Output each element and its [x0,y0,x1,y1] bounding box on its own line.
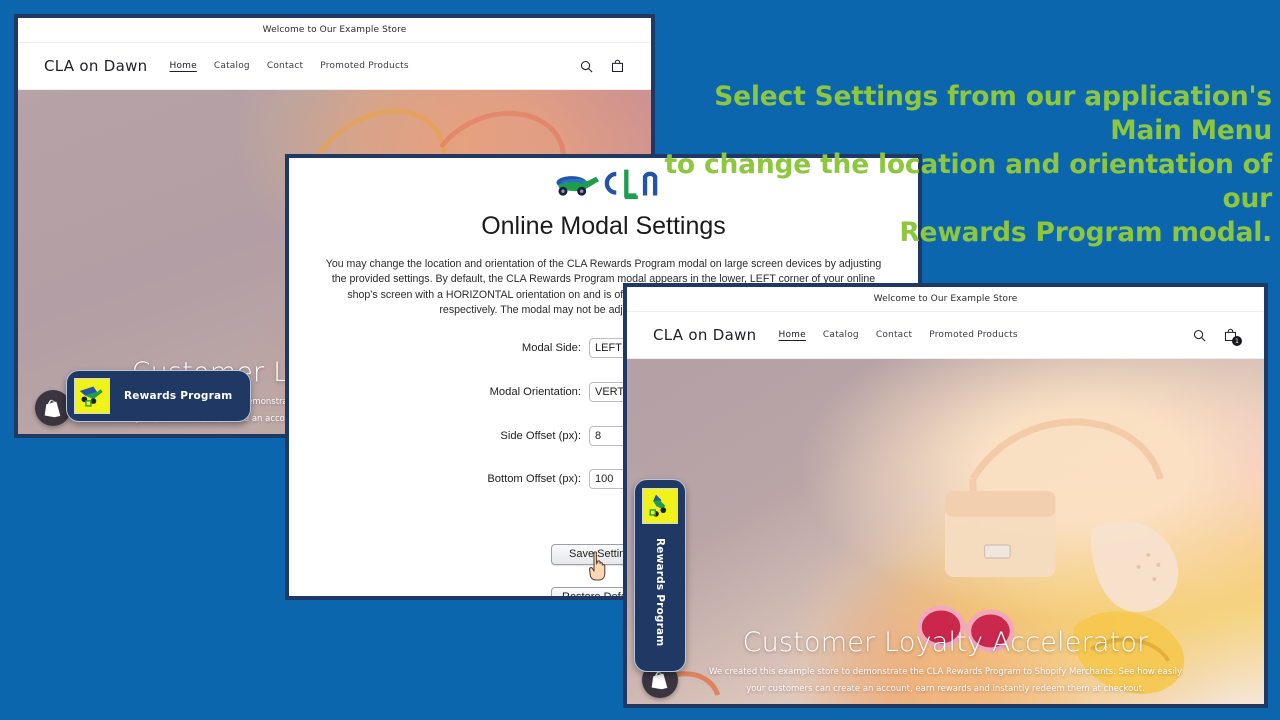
label-bottom-offset: Bottom Offset (px): [487,473,581,486]
nav-item-promoted-products[interactable]: Promoted Products [320,61,408,71]
hero-subtitle-front-line1: We created this example store to demonst… [708,667,1183,677]
headline-line-2: to change the location and orientation o… [664,149,1272,214]
cart-icon-front[interactable]: 1 [1223,328,1242,346]
store-brand-front[interactable]: CLA on Dawn [653,326,756,344]
mouse-cursor-pointing-hand [585,550,611,582]
cart-icon[interactable] [610,59,625,74]
nav-item-promoted-products-front[interactable]: Promoted Products [929,330,1017,340]
store-header-front: CLA on Dawn Home Catalog Contact Promote… [627,312,1264,359]
hero-title-front: Customer Loyalty Accelerator [742,627,1149,658]
label-modal-orientation: Modal Orientation: [489,386,581,399]
rewards-program-label-front: Rewards Program [654,538,666,647]
rewards-program-label-back: Rewards Program [124,390,233,402]
cla-logo-tile-icon-front [642,488,678,524]
cla-vehicle-icon-front [649,495,667,518]
search-icon-front[interactable] [1192,328,1207,343]
hero-subtitle-front-line2: your customers can create an account, ea… [746,684,1145,694]
cart-count-badge: 1 [1232,335,1242,346]
announcement-text: Welcome to Our Example Store [262,25,407,35]
headline-line-3: Rewards Program modal. [899,217,1272,248]
screen: Welcome to Our Example Store CLA on Dawn… [0,0,1280,720]
nav-item-catalog-front[interactable]: Catalog [823,330,859,340]
label-modal-side: Modal Side: [521,342,581,355]
store-header: CLA on Dawn Home Catalog Contact Promote… [18,43,651,90]
nav-item-contact[interactable]: Contact [267,61,303,71]
nav-item-catalog[interactable]: Catalog [214,61,250,71]
store-window-front[interactable]: Welcome to Our Example Store CLA on Dawn… [623,283,1268,708]
hero-text-front: Customer Loyalty Accelerator We created … [627,627,1264,704]
store-header-actions-front: 1 [1192,328,1242,346]
store-nav: Home Catalog Contact Promoted Products [169,61,408,71]
rewards-program-modal-horizontal[interactable]: Rewards Program [66,370,252,422]
label-side-offset: Side Offset (px): [500,430,581,443]
rewards-program-modal-vertical[interactable]: Rewards Program [634,479,686,672]
cla-logo-tile-icon [74,378,110,414]
search-icon[interactable] [579,59,594,74]
announcement-bar-front: Welcome to Our Example Store [627,287,1264,312]
announcement-text-front: Welcome to Our Example Store [873,294,1018,304]
instruction-headline: Select Settings from our application's M… [640,80,1272,250]
nav-item-home[interactable]: Home [169,61,196,71]
announcement-bar: Welcome to Our Example Store [18,18,651,43]
nav-item-home-front[interactable]: Home [778,330,805,340]
cla-vehicle-icon [80,386,103,407]
hero-section-front: Customer Loyalty Accelerator We created … [627,359,1264,704]
shopify-bag-icon-front [651,671,667,689]
shopify-bag-icon [44,399,60,417]
store-brand[interactable]: CLA on Dawn [44,57,147,75]
store-header-actions [579,59,625,74]
store-nav-front: Home Catalog Contact Promoted Products [778,330,1017,340]
nav-item-contact-front[interactable]: Contact [876,330,912,340]
headline-line-1: Select Settings from our application's M… [714,81,1272,146]
